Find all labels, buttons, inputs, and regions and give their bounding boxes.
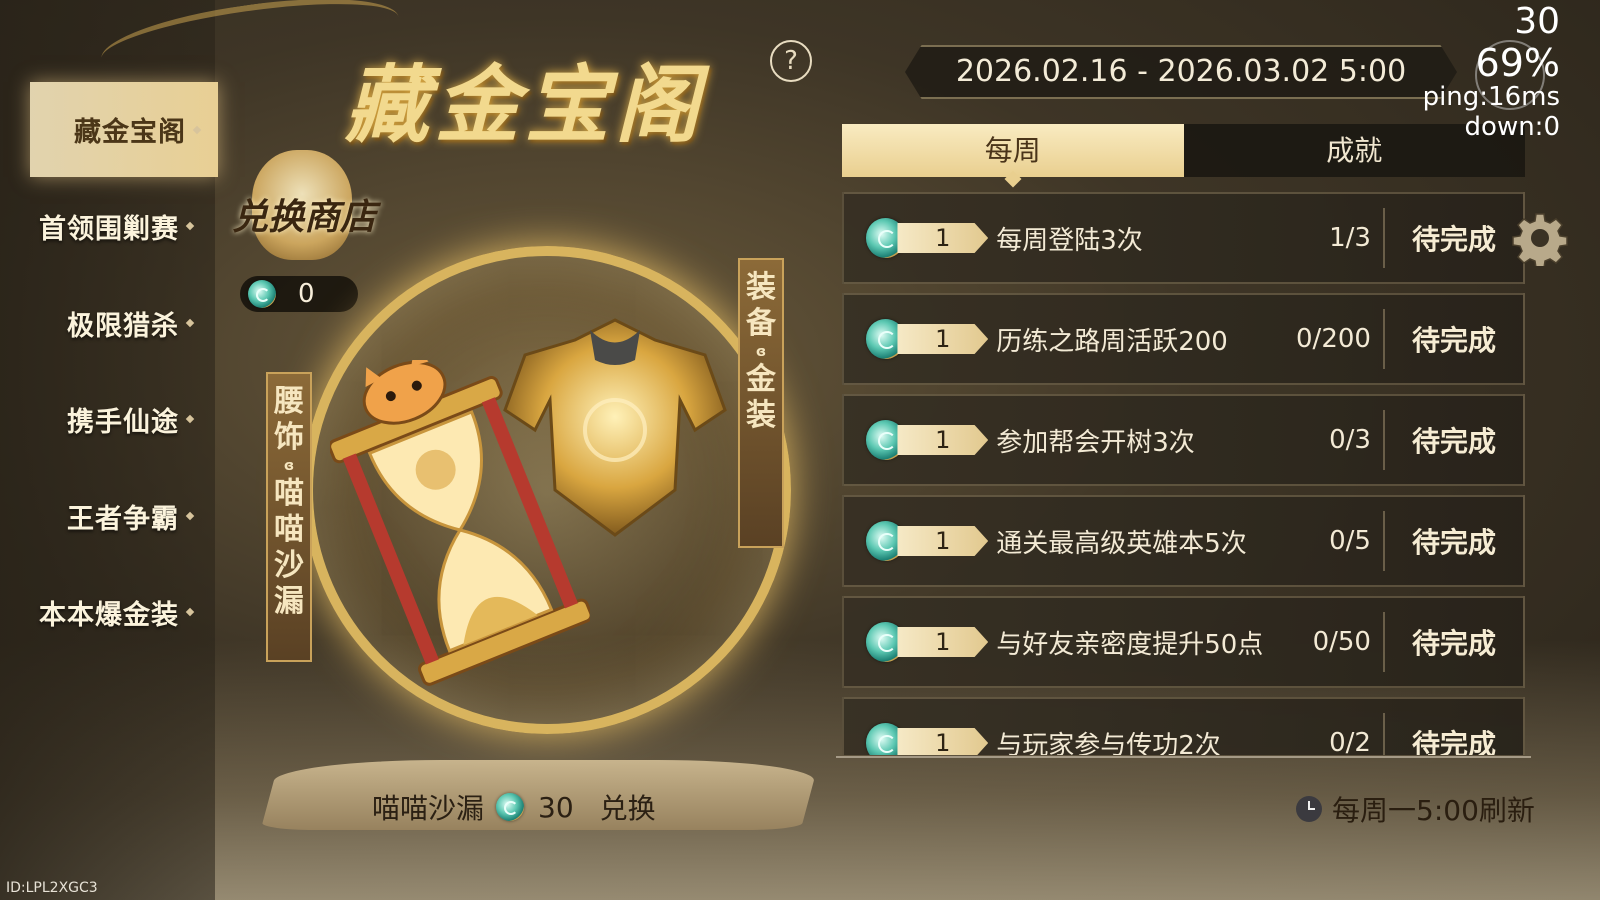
task-progress: 1/3 [1329,223,1371,253]
sidebar-item-boss[interactable]: 首领围剿赛 [0,196,215,256]
diamond-icon [185,511,195,521]
sidebar-item-cangjin[interactable]: 藏金宝阁 [30,82,218,177]
task-status-button[interactable]: 待完成 [1385,521,1523,561]
task-status-button[interactable]: 待完成 [1385,319,1523,359]
banner-char: 装 [746,270,776,305]
sidebar-item-hunt[interactable]: 极限猎杀 [0,293,215,353]
task-name: 参加帮会开树3次 [996,427,1195,458]
accessory-banner: 腰 饰 ɞ 喵 喵 沙 漏 [266,372,312,662]
sidebar-item-label: 藏金宝阁 [74,117,186,148]
banner-char: 沙 [274,548,304,583]
banner-char: 金 [746,362,776,397]
sidebar-item-gold-gear[interactable]: 本本爆金装 [0,582,215,642]
task-progress: 0/2 [1329,728,1371,755]
exchange-shop-label: 兑换商店 [232,196,377,238]
reward-quantity: 1 [897,324,989,354]
gear-icon[interactable] [1512,210,1568,266]
refresh-note: 每周一5:00刷新 [1296,789,1535,829]
perf-overlay: 30 69% ping:16ms down:0 [1423,0,1560,142]
banner-char: 漏 [274,584,304,619]
task-status-button[interactable]: 待完成 [1385,218,1523,258]
reward-quantity: 1 [897,223,989,253]
page-title: 藏金宝阁 [345,55,706,154]
diamond-icon [185,607,195,617]
task-row: 1 与玩家参与传功2次 0/2 待完成 [842,697,1525,755]
sidebar: 藏金宝阁 首领围剿赛 极限猎杀 携手仙途 王者争霸 本本爆金装 [0,0,404,900]
task-row: 1 通关最高级英雄本5次 0/5 待完成 [842,495,1525,587]
exchange-price: 30 [538,790,574,824]
sidebar-item-label: 携手仙途 [67,406,179,438]
sidebar-item-together[interactable]: 携手仙途 [0,389,215,449]
down-value: down:0 [1464,112,1560,142]
task-list[interactable]: 1 每周登陆3次 1/3 待完成 1 历练之路周活跃200 0/200 待完成 … [842,192,1525,755]
reward-quantity: 1 [897,627,989,657]
swirl-icon: ɞ [283,458,295,474]
diamond-icon [192,125,202,134]
task-row: 1 每周登陆3次 1/3 待完成 [842,192,1525,284]
banner-char: 备 [746,306,776,341]
diamond-icon [185,414,195,424]
banner-char: 饰 [274,420,304,455]
tab-weekly[interactable]: 每周 [842,124,1184,177]
task-status-button[interactable]: 待完成 [1385,723,1523,755]
task-status-button[interactable]: 待完成 [1385,622,1523,662]
task-name: 历练之路周活跃200 [996,326,1228,357]
task-name: 每周登陆3次 [996,225,1143,256]
swirl-icon: ɞ [755,344,767,360]
coin-balance: 0 [240,276,358,312]
banner-char: 喵 [274,512,304,547]
reward-quantity: 1 [897,526,989,556]
equipment-banner: 装 备 ɞ 金 装 [738,258,784,548]
reward-quantity: 1 [897,425,989,455]
ping-value: ping:16ms [1422,82,1560,112]
help-button[interactable]: ? [770,40,812,82]
sidebar-item-label: 王者争霸 [67,503,179,535]
coin-balance-value: 0 [298,279,315,309]
task-name: 通关最高级英雄本5次 [996,528,1247,559]
exchange-item-name: 喵喵沙漏 [372,792,485,825]
task-status-button[interactable]: 待完成 [1385,420,1523,460]
diamond-icon [185,318,195,328]
list-bottom-divider [836,756,1531,758]
jade-coin-icon [496,793,525,821]
task-row: 1 历练之路周活跃200 0/200 待完成 [842,293,1525,385]
task-progress: 0/50 [1312,627,1371,657]
banner-char: 装 [746,398,776,433]
player-id-tag: ID:LPL2XGC3 [6,880,98,896]
sidebar-item-label: 首领围剿赛 [39,213,179,245]
refresh-note-text: 每周一5:00刷新 [1332,794,1535,827]
task-progress: 0/200 [1296,324,1371,354]
reward-quantity: 1 [897,728,989,755]
task-row: 1 与好友亲密度提升50点 0/50 待完成 [842,596,1525,688]
task-progress: 0/3 [1329,425,1371,455]
task-name: 与好友亲密度提升50点 [996,629,1264,660]
diamond-icon [185,221,195,231]
task-progress: 0/5 [1329,526,1371,556]
clock-icon [1296,796,1322,822]
sidebar-item-label: 本本爆金装 [39,599,179,631]
exchange-shop-badge[interactable]: 兑换商店 [232,150,376,270]
exchange-row: 喵喵沙漏 30 兑换 [372,787,656,827]
fps-value: 30 [1514,1,1560,42]
banner-char: 喵 [274,476,304,511]
banner-char: 腰 [274,384,304,419]
task-row: 1 参加帮会开树3次 0/3 待完成 [842,394,1525,486]
meow-hourglass-icon [330,360,590,686]
sidebar-item-king[interactable]: 王者争霸 [0,486,215,546]
percent-value: 69% [1475,41,1560,85]
exchange-button[interactable]: 兑换 [600,787,656,827]
event-date-range: 2026.02.16 - 2026.03.02 5:00 [905,45,1457,99]
jade-coin-icon [248,280,276,308]
task-name: 与玩家参与传功2次 [996,730,1221,756]
sidebar-item-label: 极限猎杀 [67,310,179,342]
